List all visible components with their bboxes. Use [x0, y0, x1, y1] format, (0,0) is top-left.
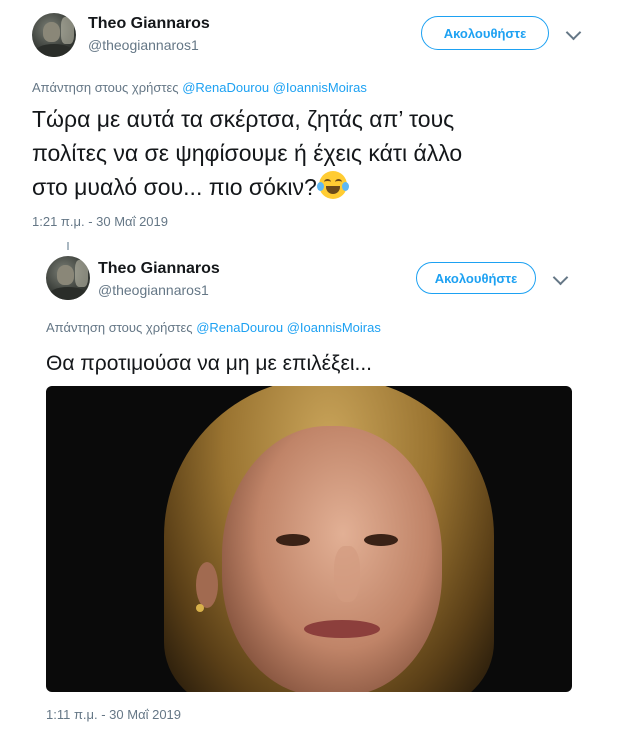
- tweet-text-line: Τώρα με αυτά τα σκέρτσα, ζητάς απ’ τους: [32, 106, 455, 132]
- tweet-text: Τώρα με αυτά τα σκέρτσα, ζητάς απ’ τους …: [32, 102, 462, 204]
- tweet-1: Theo Giannaros @theogiannaros1 Ακολουθήσ…: [0, 0, 632, 240]
- tweet-text-line: στο μυαλό σου... πιο σόκιν?: [32, 174, 317, 200]
- timestamp[interactable]: 1:21 π.μ. - 30 Μαΐ 2019: [32, 214, 168, 229]
- reply-to-line: Απάντηση στους χρήστες @RenaDourou @Ioan…: [32, 80, 367, 95]
- author-name[interactable]: Theo Giannaros: [98, 260, 220, 278]
- tweet-photo[interactable]: [46, 386, 572, 692]
- reply-prefix: Απάντηση στους χρήστες: [46, 320, 193, 335]
- avatar[interactable]: [46, 256, 90, 300]
- tweet-text-line-last: στο μυαλό σου... πιο σόκιν?: [32, 170, 462, 204]
- avatar[interactable]: [32, 13, 76, 57]
- tweet-text: Θα προτιμούσα να μη με επιλέξει...: [46, 352, 372, 375]
- chevron-down-icon[interactable]: [552, 269, 569, 286]
- author-name[interactable]: Theo Giannaros: [88, 15, 210, 33]
- timestamp[interactable]: 1:11 π.μ. - 30 Μαΐ 2019: [46, 707, 181, 722]
- reply-prefix: Απάντηση στους χρήστες: [32, 80, 179, 95]
- author-handle[interactable]: @theogiannaros1: [98, 282, 209, 298]
- tweet-text-line: πολίτες να σε ψηφίσουμε ή έχεις κάτι άλλ…: [32, 140, 463, 166]
- mention-link[interactable]: @RenaDourou: [196, 320, 283, 335]
- tears-of-joy-emoji-icon: [316, 171, 349, 199]
- chevron-down-icon[interactable]: [565, 24, 582, 41]
- mention-link[interactable]: @RenaDourou: [182, 80, 269, 95]
- tweet-2: Theo Giannaros @theogiannaros1 Ακολουθήσ…: [0, 242, 632, 729]
- mention-link[interactable]: @IoannisMoiras: [287, 320, 381, 335]
- thread-connector: [67, 242, 69, 250]
- author-handle[interactable]: @theogiannaros1: [88, 37, 199, 53]
- follow-button[interactable]: Ακολουθήστε: [421, 16, 549, 50]
- mention-link[interactable]: @IoannisMoiras: [273, 80, 367, 95]
- reply-to-line: Απάντηση στους χρήστες @RenaDourou @Ioan…: [46, 320, 381, 335]
- follow-button[interactable]: Ακολουθήστε: [416, 262, 536, 294]
